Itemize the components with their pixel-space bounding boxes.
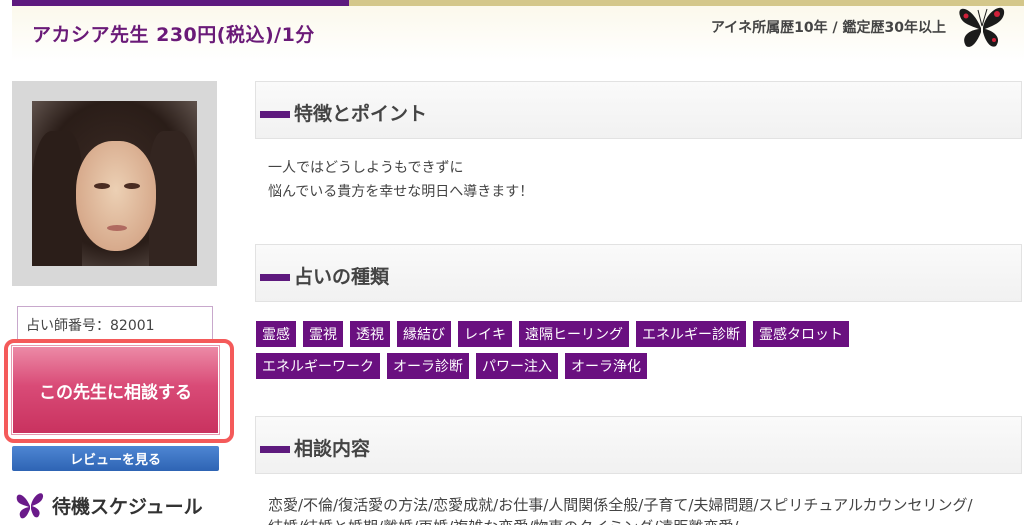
- section-consult-heading: 相談内容: [255, 416, 1022, 474]
- fortune-teller-title: アカシア先生 230円(税込)/1分: [32, 24, 315, 46]
- tag-enmusubi[interactable]: 縁結び: [397, 321, 451, 347]
- tag-reikan[interactable]: 霊感: [256, 321, 296, 347]
- tag-power-injection[interactable]: パワー注入: [476, 353, 558, 379]
- features-line: 悩んでいる貴方を幸せな明日へ導きます！: [268, 184, 534, 200]
- butterfly-icon: [959, 7, 1005, 47]
- review-button[interactable]: レビューを見る: [12, 446, 219, 471]
- tag-energy-work[interactable]: エネルギーワーク: [256, 353, 380, 379]
- section-types-title: 占いの種類: [294, 266, 390, 288]
- features-line: 一人ではどうしようもできずに: [268, 160, 464, 176]
- header-accent-bar-gold: [349, 0, 1024, 6]
- schedule-heading: 待機スケジュール: [14, 488, 203, 522]
- tag-toushi[interactable]: 透視: [350, 321, 390, 347]
- heading-bar: [260, 111, 290, 118]
- butterfly-icon: [16, 493, 44, 519]
- tag-aura-diagnosis[interactable]: オーラ診断: [387, 353, 469, 379]
- section-types-heading: 占いの種類: [255, 244, 1022, 302]
- consult-topics: 恋愛/不倫/復活愛の方法/恋愛成就/お仕事/人間関係全般/子育て/夫婦問題/スピ…: [268, 496, 973, 514]
- section-features-title: 特徴とポイント: [294, 103, 428, 125]
- header-accent-bar-purple: [12, 0, 349, 6]
- features-description: 一人ではどうしようもできずに 悩んでいる貴方を幸せな明日へ導きます！: [268, 156, 533, 204]
- tag-reikan-tarot[interactable]: 霊感タロット: [753, 321, 849, 347]
- schedule-title: 待機スケジュール: [52, 495, 203, 518]
- consult-button[interactable]: この先生に相談する: [12, 346, 219, 434]
- section-consult-title: 相談内容: [294, 438, 371, 460]
- tag-reiki[interactable]: レイキ: [458, 321, 512, 347]
- tag-remote-healing[interactable]: 遠隔ヒーリング: [519, 321, 629, 347]
- fortune-teller-number: 占い師番号：82001: [17, 306, 213, 340]
- section-features-heading: 特徴とポイント: [255, 81, 1022, 139]
- tag-aura-cleansing[interactable]: オーラ浄化: [565, 353, 647, 379]
- career-info: アイネ所属歴10年 / 鑑定歴30年以上: [710, 20, 946, 36]
- heading-bar: [260, 446, 290, 453]
- tag-reishi[interactable]: 霊視: [303, 321, 343, 347]
- page-header: アカシア先生 230円(税込)/1分 アイネ所属歴10年 / 鑑定歴30年以上: [12, 0, 1024, 62]
- fortune-type-tags: 霊感 霊視 透視 縁結び レイキ 遠隔ヒーリング エネルギー診断 霊感タロット …: [256, 321, 956, 379]
- fortune-teller-photo-frame: [12, 81, 217, 286]
- fortune-teller-photo: [32, 101, 197, 266]
- heading-bar: [260, 274, 290, 281]
- consult-topics-line2: 結婚/結婚と婚期/離婚/再婚/複雑な恋愛/物事のタイミング/遠距離恋愛/: [268, 516, 738, 525]
- tag-energy-diagnosis[interactable]: エネルギー診断: [636, 321, 746, 347]
